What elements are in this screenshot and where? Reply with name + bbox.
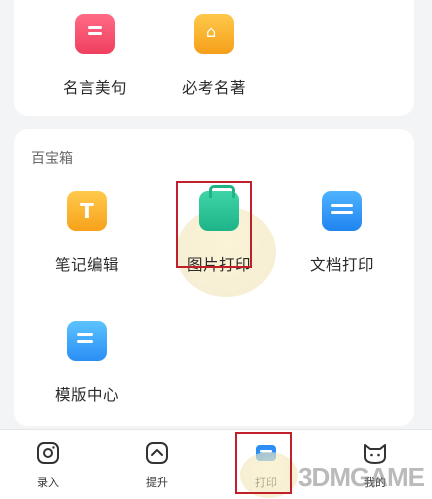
site-watermark: 3DMGAME — [298, 462, 425, 492]
image-print-label: 图片打印 — [186, 256, 251, 274]
tab-improve[interactable]: 提升 — [127, 440, 187, 490]
toolbox-title: 百宝箱 — [31, 151, 73, 167]
image-print-icon — [199, 185, 239, 231]
top-card: 名言美句 必考名著 — [14, 0, 414, 116]
mascot-watermark-small — [240, 452, 298, 498]
tab-input-label: 录入 — [37, 476, 59, 489]
tab-improve-label: 提升 — [146, 476, 168, 489]
camera-icon — [35, 440, 61, 466]
quotes-tile[interactable]: 名言美句 — [40, 14, 150, 124]
template-center-icon — [67, 321, 107, 361]
image-print-tile[interactable]: 图片打印 — [164, 185, 274, 301]
tab-input[interactable]: 录入 — [18, 440, 78, 490]
document-print-label: 文档打印 — [309, 256, 374, 274]
improve-icon — [144, 440, 170, 466]
note-edit-icon: T — [67, 191, 107, 231]
classics-tile[interactable]: 必考名著 — [159, 14, 269, 124]
template-center-label: 模版中心 — [54, 386, 119, 404]
classics-label: 必考名著 — [181, 79, 246, 97]
toolbox-card: 百宝箱 T 笔记编辑 图片打印 文档打印 模版中心 — [14, 129, 414, 426]
quote-icon — [75, 14, 115, 54]
quotes-label: 名言美句 — [62, 79, 127, 97]
note-edit-tile[interactable]: T 笔记编辑 — [32, 191, 142, 301]
template-center-tile[interactable]: 模版中心 — [32, 321, 142, 431]
book-icon — [194, 14, 234, 54]
document-print-tile[interactable]: 文档打印 — [287, 191, 397, 301]
document-print-icon — [322, 191, 362, 231]
note-edit-label: 笔记编辑 — [54, 256, 119, 274]
